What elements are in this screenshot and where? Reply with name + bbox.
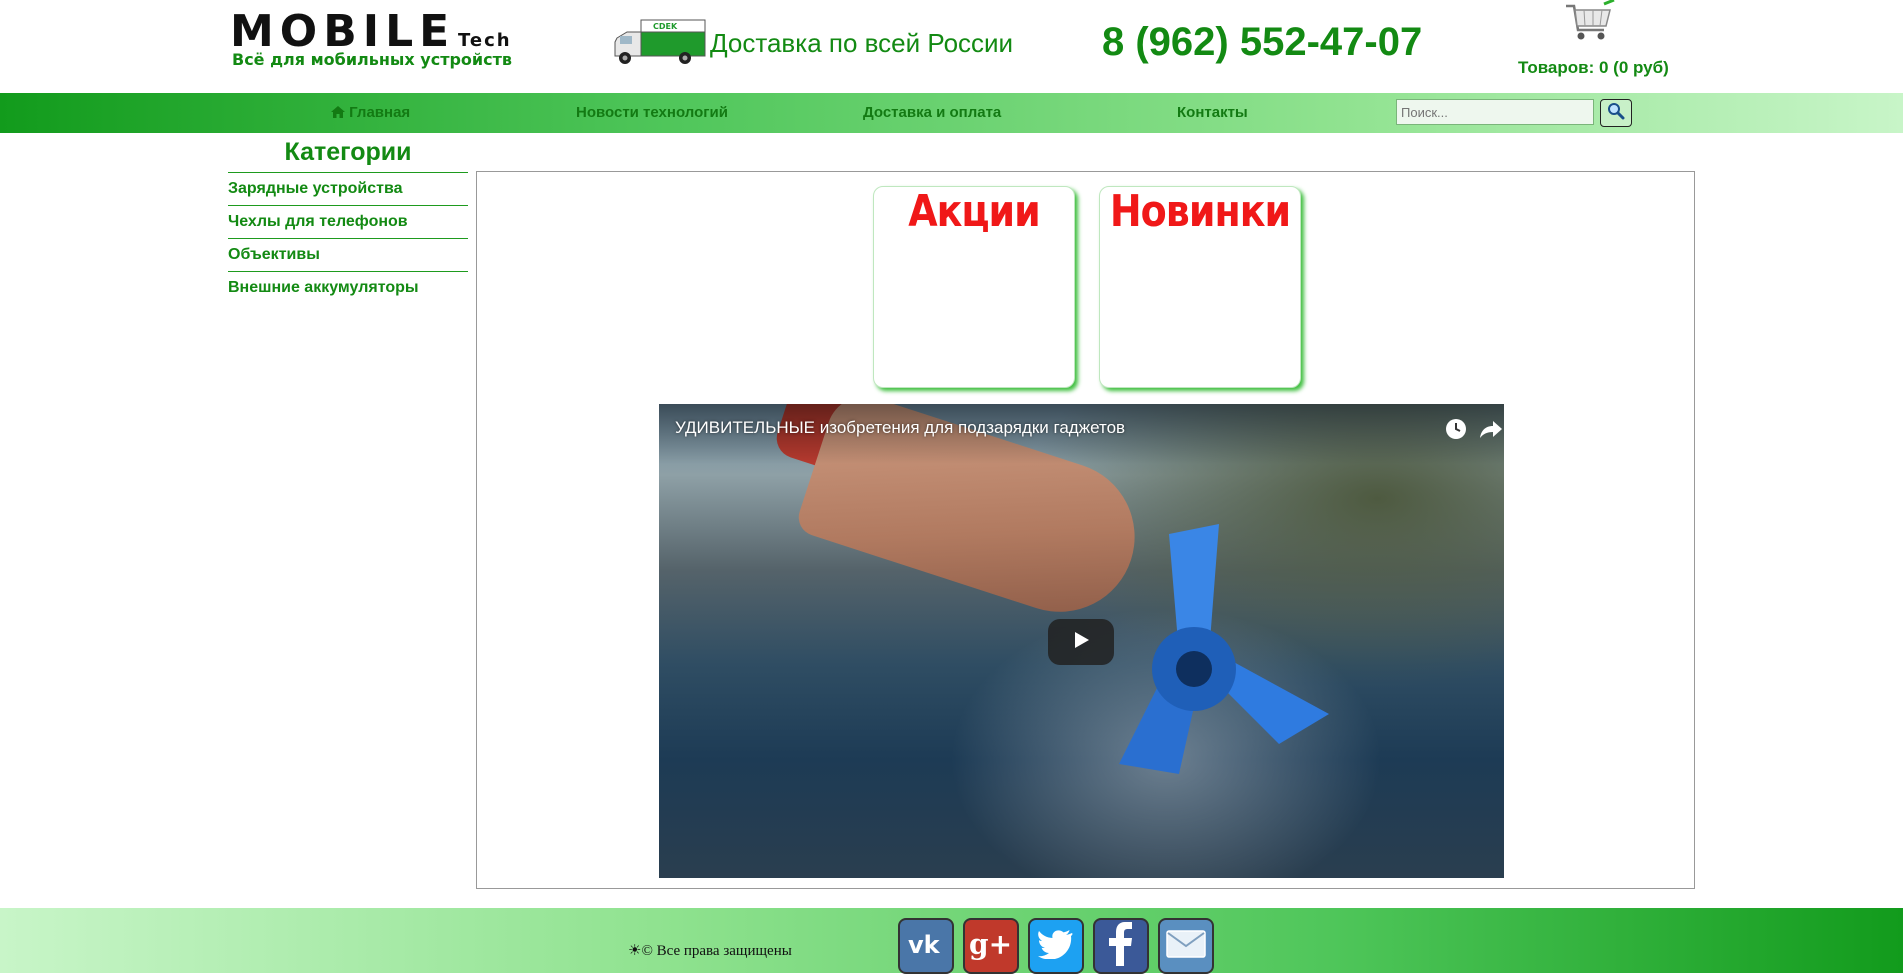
nav-item-home[interactable]: Главная — [331, 104, 410, 121]
google-plus-button[interactable]: g+ — [963, 918, 1019, 974]
search-button[interactable] — [1600, 99, 1632, 127]
email-button[interactable] — [1158, 918, 1214, 974]
category-item-chargers[interactable]: Зарядные устройства — [228, 172, 468, 205]
nav-item-contacts[interactable]: Контакты — [1177, 104, 1248, 121]
truck-brand-label: CDEK — [653, 22, 678, 31]
google-plus-icon: g+ — [969, 928, 1013, 965]
nav-item-label: Главная — [349, 104, 411, 121]
svg-text:g+: g+ — [969, 928, 1012, 960]
nav-item-delivery[interactable]: Доставка и оплата — [863, 104, 1001, 121]
delivery-text: Доставка по всей России — [710, 28, 1014, 58]
categories-title: Категории — [284, 138, 412, 166]
svg-text:vk: vk — [908, 931, 941, 957]
logo-tagline: Всё для мобильных устройств — [232, 50, 513, 69]
twitter-icon — [1038, 929, 1074, 964]
logo-tech-text: Tech — [458, 30, 512, 51]
site-footer: ☀© Все права защищены vk g+ — [0, 908, 1903, 974]
copyright-text: ☀© Все права защищены — [628, 943, 792, 959]
facebook-icon — [1106, 921, 1136, 971]
nav-item-news[interactable]: Новости технологий — [576, 104, 728, 121]
video-title[interactable]: УДИВИТЕЛЬНЫЕ изобретения для подзарядки … — [675, 418, 1125, 438]
facebook-button[interactable] — [1093, 918, 1149, 974]
play-icon — [1070, 629, 1092, 656]
shopping-cart-icon[interactable] — [1560, 0, 1616, 42]
promo-card-sales[interactable]: Акции — [873, 186, 1075, 388]
phone-number: 8 (962) 552-47-07 — [1102, 20, 1423, 64]
mail-icon — [1166, 929, 1206, 963]
vk-icon: vk — [906, 931, 946, 962]
category-item-cases[interactable]: Чехлы для телефонов — [228, 205, 468, 238]
main-nav: Главная Новости технологий Доставка и оп… — [0, 93, 1903, 133]
vk-button[interactable]: vk — [898, 918, 954, 974]
promo-card-label: Акции — [908, 185, 1041, 237]
home-icon — [331, 104, 349, 121]
magnifier-icon — [1607, 102, 1625, 125]
twitter-button[interactable] — [1028, 918, 1084, 974]
category-item-powerbanks[interactable]: Внешние аккумуляторы — [228, 271, 468, 304]
play-button[interactable] — [1048, 619, 1114, 665]
site-logo[interactable]: MOBILE Tech Всё для мобильных устройств — [230, 10, 540, 72]
search-input[interactable] — [1396, 99, 1594, 125]
clock-icon[interactable] — [1445, 418, 1467, 440]
promo-card-new[interactable]: Новинки — [1099, 186, 1301, 388]
categories-list: Зарядные устройства Чехлы для телефонов … — [228, 172, 468, 304]
video-player[interactable]: УДИВИТЕЛЬНЫЕ изобретения для подзарядки … — [659, 404, 1504, 878]
category-item-lenses[interactable]: Объективы — [228, 238, 468, 271]
main-content: Акции Новинки УДИВИТЕЛЬНЫЕ изобретения д… — [476, 171, 1695, 889]
share-icon[interactable] — [1479, 418, 1503, 440]
cart-summary[interactable]: Товаров: 0 (0 руб) — [1518, 58, 1669, 78]
promo-card-label: Новинки — [1109, 185, 1291, 237]
logo-main-text: MOBILE — [230, 6, 456, 57]
delivery-truck-icon: CDEK — [613, 18, 707, 68]
